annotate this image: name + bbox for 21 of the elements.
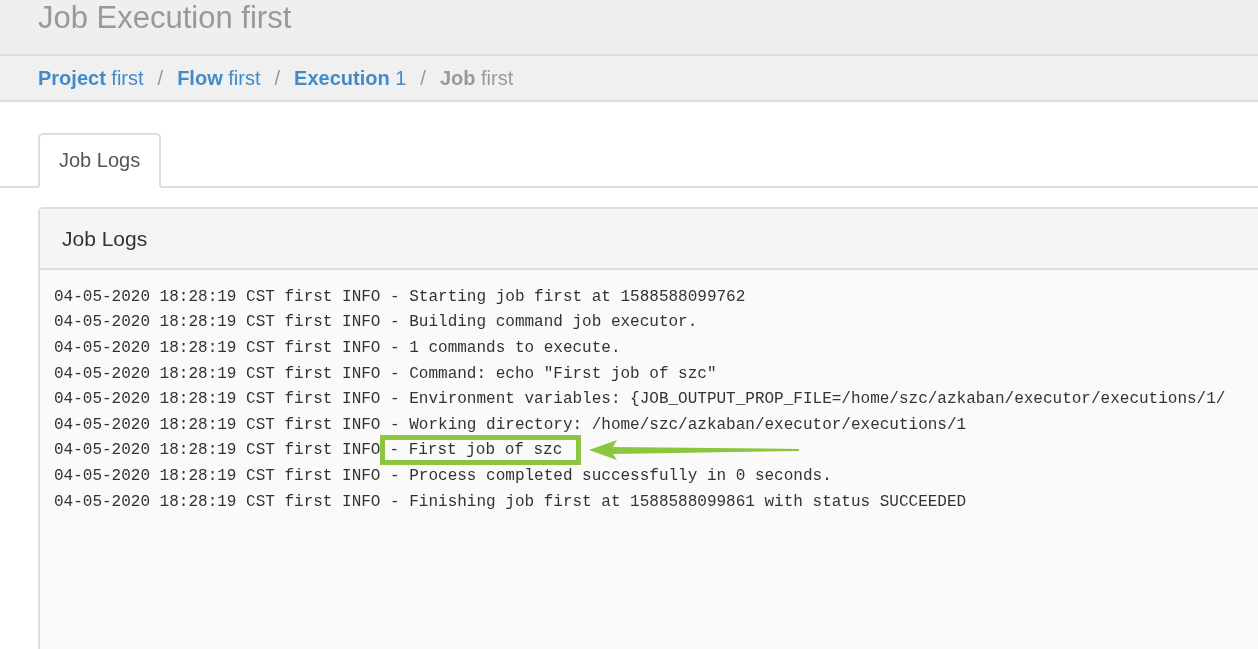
tab[interactable]: Job Logs: [38, 133, 162, 188]
arrow-icon: [589, 440, 800, 461]
breadcrumb-separator: /: [420, 66, 426, 90]
log-line: 04-05-2020 18:28:19 CST first INFO - Starting job first at 1588588099762: [54, 287, 746, 306]
log-line: 04-05-2020 18:28:19 CST first INFO - Process completed successfully in 0 seconds.: [54, 466, 832, 485]
log-line: 04-05-2020 18:28:19 CST first INFO - Environment variables: {JOB_OUTPUT_PROP_FILE=/home/szc/azkaban/executor/executions/1/: [54, 390, 1226, 409]
log-line: 04-05-2020 18:28:19 CST first INFO - Building command job executor.: [54, 313, 698, 332]
breadcrumb-separator: /: [274, 66, 281, 90]
highlighted-text: - First job of szc: [380, 435, 582, 466]
breadcrumb-link[interactable]: Flow first: [177, 66, 261, 90]
page-title: Job Execution first: [38, 0, 292, 36]
log-line: 04-05-2020 18:28:19 CST first INFO: [54, 441, 381, 460]
log-line: 04-05-2020 18:28:19 CST first INFO - Finishing job first at 1588588099861 with status SUCCEEDED: [54, 492, 967, 511]
breadcrumb-separator: /: [157, 66, 164, 90]
panel-title: Job Logs: [62, 226, 148, 251]
breadcrumb-link[interactable]: Execution 1: [294, 66, 407, 90]
breadcrumb-link[interactable]: Project first: [38, 66, 144, 90]
log-line: 04-05-2020 18:28:19 CST first INFO - Working directory: /home/szc/azkaban/executor/executions/1: [54, 415, 967, 434]
breadcrumb-link[interactable]: Job first: [439, 66, 514, 90]
log-line: 04-05-2020 18:28:19 CST first INFO - 1 commands to execute.: [54, 339, 621, 357]
log-line: 04-05-2020 18:28:19 CST first INFO - Command: echo "First job of szc": [54, 364, 717, 383]
